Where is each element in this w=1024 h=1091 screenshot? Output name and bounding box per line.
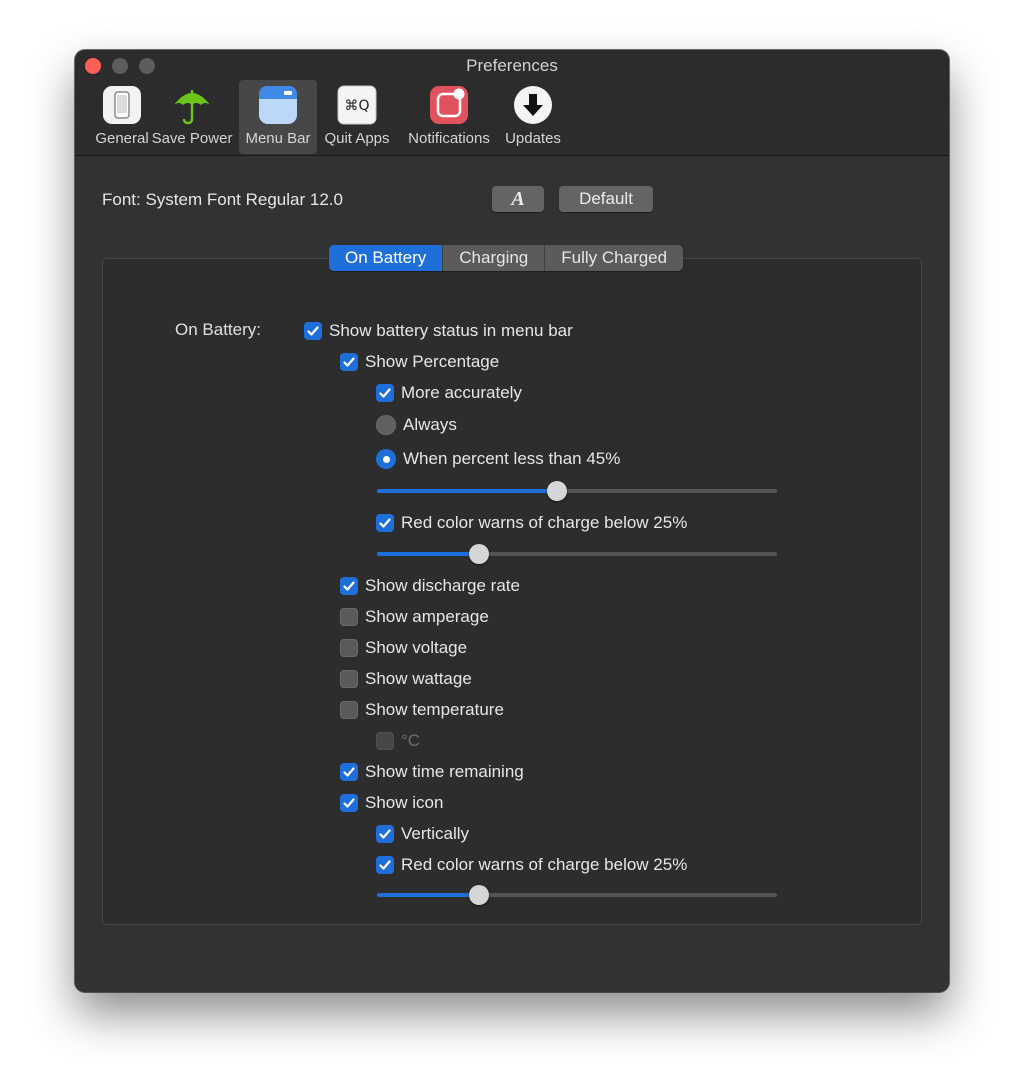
show-icon-option[interactable]: Show icon [340,792,443,814]
slider-fill [377,489,557,493]
checkmark-icon [343,357,355,367]
show-battery-status-option[interactable]: Show battery status in menu bar [304,320,573,342]
checkmark-icon [379,829,391,839]
vertically-option[interactable]: Vertically [376,823,469,845]
titlebar: Preferences General Save Power Menu Bar … [75,50,949,156]
show-wattage-option[interactable]: Show wattage [340,668,472,690]
default-font-button[interactable]: Default [559,186,653,212]
slider-fill [377,552,479,556]
show-time-remaining-checkbox[interactable] [340,763,358,781]
checkmark-icon [379,388,391,398]
percent-threshold-slider[interactable] [377,480,777,502]
checkmark-icon [343,581,355,591]
tab-fully-charged[interactable]: Fully Charged [544,245,683,271]
show-discharge-rate-label: Show discharge rate [365,576,520,595]
red-warn-icon-slider[interactable] [377,884,777,906]
when-percent-less-option[interactable]: When percent less than 45% [376,448,620,470]
celsius-option: °C [376,730,420,752]
show-voltage-label: Show voltage [365,638,468,657]
show-temperature-checkbox[interactable] [340,701,358,719]
show-voltage-option[interactable]: Show voltage [340,637,467,659]
toolbar-item-notifications[interactable]: Notifications [401,80,497,154]
phone-icon [102,85,142,125]
show-battery-status-label: Show battery status in menu bar [329,321,573,340]
preferences-window: Preferences General Save Power Menu Bar … [75,50,949,992]
toolbar-label-menu-bar: Menu Bar [245,130,311,147]
show-wattage-label: Show wattage [365,669,472,688]
section-label: On Battery: [175,320,261,339]
vertically-checkbox[interactable] [376,825,394,843]
show-icon-label: Show icon [365,793,444,812]
show-voltage-checkbox[interactable] [340,639,358,657]
show-discharge-rate-option[interactable]: Show discharge rate [340,575,520,597]
show-percentage-option[interactable]: Show Percentage [340,351,499,373]
show-battery-status-checkbox[interactable] [304,322,322,340]
checkmark-icon [307,326,319,336]
command-q-icon: ⌘Q [337,85,377,125]
red-warn-percentage-label: Red color warns of charge below 25% [401,513,688,532]
always-radio[interactable] [376,415,396,435]
svg-text:⌘Q: ⌘Q [344,98,369,114]
slider-thumb[interactable] [547,481,567,501]
more-accurately-option[interactable]: More accurately [376,382,522,404]
checkmark-icon [343,767,355,777]
menu-bar-icon [258,85,298,125]
red-warn-icon-checkbox[interactable] [376,856,394,874]
tab-segmented-control: On Battery Charging Fully Charged [329,245,684,271]
tab-on-battery[interactable]: On Battery [329,245,443,271]
toolbar-item-updates[interactable]: Updates [499,80,567,154]
show-percentage-label: Show Percentage [365,352,500,371]
toolbar-label-quit-apps: Quit Apps [324,130,390,147]
when-percent-less-label: When percent less than 45% [403,449,621,468]
umbrella-icon [172,85,212,125]
checkmark-icon [343,798,355,808]
when-percent-less-radio[interactable] [376,449,396,469]
show-temperature-option[interactable]: Show temperature [340,699,504,721]
show-time-remaining-option[interactable]: Show time remaining [340,761,524,783]
vertically-label: Vertically [401,824,470,843]
red-warn-icon-label: Red color warns of charge below 25% [401,855,688,874]
red-warn-icon-option[interactable]: Red color warns of charge below 25% [376,854,687,876]
tab-charging[interactable]: Charging [442,245,544,271]
show-icon-checkbox[interactable] [340,794,358,812]
celsius-label: °C [401,731,421,750]
toolbar-label-save-power: Save Power [151,130,233,147]
toolbar-label-updates: Updates [505,130,561,147]
celsius-checkbox [376,732,394,750]
window-title: Preferences [466,56,558,75]
checkmark-icon [379,518,391,528]
toolbar-label-notifications: Notifications [408,130,490,147]
red-warn-percentage-slider[interactable] [377,543,777,565]
red-warn-percentage-checkbox[interactable] [376,514,394,532]
show-amperage-label: Show amperage [365,607,489,626]
slider-fill [377,893,479,897]
download-arrow-icon [513,85,553,125]
font-label: Font: System Font Regular 12.0 [102,190,343,209]
toolbar-item-quit-apps[interactable]: ⌘Q Quit Apps [319,80,395,154]
choose-font-button[interactable]: A [492,186,544,212]
red-warn-percentage-option[interactable]: Red color warns of charge below 25% [376,512,687,534]
slider-thumb[interactable] [469,544,489,564]
show-time-remaining-label: Show time remaining [365,762,524,781]
show-amperage-option[interactable]: Show amperage [340,606,489,628]
always-option[interactable]: Always [376,414,457,436]
show-amperage-checkbox[interactable] [340,608,358,626]
show-discharge-rate-checkbox[interactable] [340,577,358,595]
notification-badge-icon [429,85,469,125]
slider-thumb[interactable] [469,885,489,905]
toolbar-item-save-power[interactable]: Save Power [149,80,235,154]
show-temperature-label: Show temperature [365,700,504,719]
always-label: Always [403,415,457,434]
more-accurately-label: More accurately [401,383,522,402]
show-percentage-checkbox[interactable] [340,353,358,371]
checkmark-icon [379,860,391,870]
show-wattage-checkbox[interactable] [340,670,358,688]
toolbar-item-menu-bar[interactable]: Menu Bar [239,80,317,154]
more-accurately-checkbox[interactable] [376,384,394,402]
